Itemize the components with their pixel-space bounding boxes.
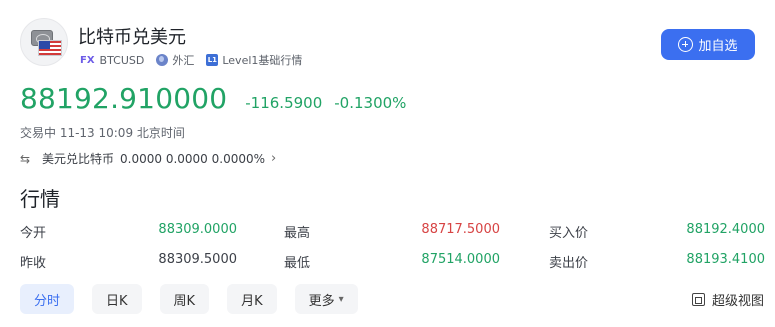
instrument-meta: FX BTCUSD 外汇 L1 Level1基础行情 [80,52,302,68]
trading-status: 交易中 11-13 10:09 北京时间 [20,126,185,140]
ask-label: 卖出价 [549,256,589,271]
swap-icon: ⇆ [20,151,31,166]
prev-close-label: 昨收 [20,256,47,271]
symbol-code: BTCUSD [99,53,145,67]
tab-daily-k[interactable]: 日K [92,284,142,314]
instrument-title: 比特币兑美元 [78,27,186,48]
add-watchlist-button[interactable]: 加自选 [661,29,755,60]
instrument-header: 比特币兑美元 FX BTCUSD 外汇 L1 Level1基础行情 加自选 [20,18,765,70]
low-value: 87514.0000 [421,252,500,267]
high-value: 88717.5000 [421,222,500,237]
super-chart-label: 超级视图 [711,294,764,309]
tab-more-label: 更多 [308,293,335,309]
fx-badge: FX [80,54,95,66]
market-label: 外汇 [172,54,195,67]
btc-usd-flag-logo [20,18,68,66]
stats-row: 今开 88309.0000 最高 88717.5000 买入价 88192.40… [20,222,765,252]
level1-badge-icon: L1 [206,54,219,66]
last-price: 88192.910000 [20,82,228,115]
price-change-percent: -0.1300% [334,94,407,112]
level-label: Level1基础行情 [222,54,303,67]
chart-period-tabs: 分时 日K 周K 月K 更多 ▾ [20,284,376,314]
quote-stats: 今开 88309.0000 最高 88717.5000 买入价 88192.40… [20,222,765,282]
ask-value: 88193.4100 [686,252,765,267]
us-flag-icon [38,40,62,56]
tab-more[interactable]: 更多 ▾ [294,284,358,314]
tab-monthly-k[interactable]: 月K [227,284,277,314]
price-row: 88192.910000 -116.5900 -0.1300% [20,82,406,115]
reverse-pair-label: 美元兑比特币 [42,152,115,166]
super-chart-button[interactable]: 超级视图 [691,290,764,309]
chevron-down-icon: ▾ [338,293,344,305]
tab-weekly-k[interactable]: 周K [159,284,210,314]
high-label: 最高 [284,226,311,241]
prev-close-value: 88309.5000 [158,252,237,267]
add-watchlist-label: 加自选 [698,39,738,54]
reverse-pair-link[interactable]: ⇆ 美元兑比特币 0.0000 0.0000 0.0000% › [20,150,276,167]
reverse-pair-values: 0.0000 0.0000 0.0000% [120,151,266,166]
fullscreen-frame-icon [691,293,705,306]
open-label: 今开 [20,226,47,241]
open-value: 88309.0000 [158,222,237,237]
plus-circle-icon [678,37,694,52]
tab-intraday[interactable]: 分时 [20,284,75,314]
bid-label: 买入价 [549,226,589,241]
chevron-right-icon: › [271,151,277,166]
bid-value: 88192.4000 [686,222,765,237]
section-title-quotes: 行情 [20,187,60,211]
low-label: 最低 [284,256,311,271]
stats-row: 昨收 88309.5000 最低 87514.0000 卖出价 88193.41… [20,252,765,282]
globe-icon [156,54,169,66]
price-change: -116.5900 [245,94,323,112]
